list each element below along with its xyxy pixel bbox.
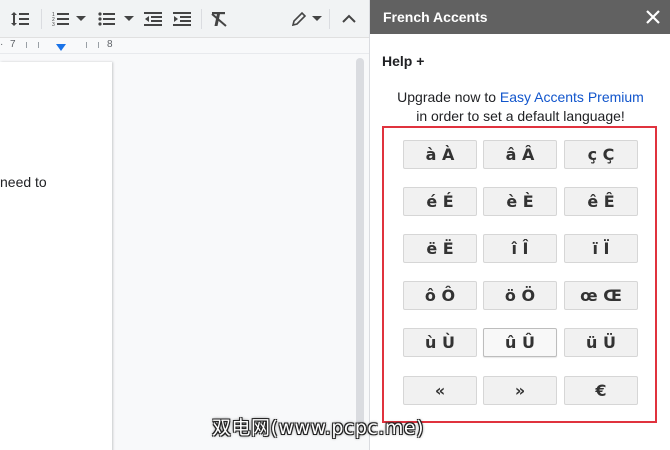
ruler-tick xyxy=(98,42,99,48)
scroll-thumb[interactable] xyxy=(356,58,364,428)
ruler-label-8: 8 xyxy=(107,39,113,50)
ruler-tick xyxy=(26,42,27,48)
accent-button-grid: à Àâ Âç Ç é Éè Èê Ê ë Ëî Îï Ï ô Ôö Öœ Œ ù Ùû… xyxy=(382,126,657,423)
accent-button-e-diaeresis[interactable]: ë Ë xyxy=(403,234,477,263)
sidebar-header: French Accents xyxy=(370,0,670,34)
ruler[interactable]: · 7 8 xyxy=(0,38,369,54)
ruler-tick xyxy=(86,42,87,48)
premium-link[interactable]: Easy Accents Premium xyxy=(500,89,644,105)
accent-button-e-grave[interactable]: è È xyxy=(483,187,557,216)
chevron-down-icon[interactable] xyxy=(124,8,134,30)
upgrade-prefix: Upgrade now to xyxy=(397,89,500,105)
ruler-dot: · xyxy=(0,39,4,50)
right-indent-marker[interactable] xyxy=(56,44,66,51)
scrollbar[interactable] xyxy=(352,54,369,450)
accent-button-e-acute[interactable]: é É xyxy=(403,187,477,216)
ruler-tick xyxy=(38,42,39,48)
toolbar: 123 xyxy=(0,0,369,38)
increase-indent-icon[interactable] xyxy=(171,8,193,30)
accent-button-u-circumflex[interactable]: û Û xyxy=(483,328,557,357)
accent-button-i-diaeresis[interactable]: ï Ï xyxy=(564,234,638,263)
upgrade-message: Upgrade now to Easy Accents Premium in o… xyxy=(370,88,670,126)
numbered-list-icon[interactable]: 123 xyxy=(50,8,72,30)
accent-button-euro-sign[interactable]: € xyxy=(564,376,638,405)
decrease-indent-icon[interactable] xyxy=(142,8,164,30)
line-spacing-icon[interactable] xyxy=(8,8,32,30)
pencil-icon[interactable] xyxy=(289,8,309,30)
ruler-label-7: 7 xyxy=(10,39,16,50)
svg-text:3: 3 xyxy=(52,22,55,27)
upgrade-suffix: in order to set a default language! xyxy=(416,108,625,124)
document-editor: 123 · 7 8 need to xyxy=(0,0,369,450)
close-icon[interactable] xyxy=(643,7,663,27)
document-page[interactable]: need to xyxy=(0,62,112,450)
accent-button-oe-ligature[interactable]: œ Œ xyxy=(564,281,638,310)
chevron-down-icon[interactable] xyxy=(76,8,86,30)
accent-button-a-grave[interactable]: à À xyxy=(403,140,477,169)
accent-button-left-guillemet[interactable]: « xyxy=(403,376,477,405)
help-link[interactable]: Help + xyxy=(382,53,424,69)
accent-button-u-diaeresis[interactable]: ü Ü xyxy=(564,328,638,357)
bulleted-list-icon[interactable] xyxy=(96,8,118,30)
chevron-down-icon[interactable] xyxy=(312,8,322,30)
toolbar-separator xyxy=(41,9,42,29)
collapse-chevron-icon[interactable] xyxy=(339,8,359,30)
accent-button-o-circumflex[interactable]: ô Ô xyxy=(403,281,477,310)
sidebar-title: French Accents xyxy=(383,9,488,25)
document-text: need to xyxy=(0,174,47,190)
accent-button-c-cedilla[interactable]: ç Ç xyxy=(564,140,638,169)
accent-button-u-grave[interactable]: ù Ù xyxy=(403,328,477,357)
accent-button-right-guillemet[interactable]: » xyxy=(483,376,557,405)
watermark: 双电网(www.pcpc.me) xyxy=(212,417,424,439)
clear-formatting-icon[interactable] xyxy=(208,8,230,30)
french-accents-sidebar: French Accents Help + Upgrade now to Eas… xyxy=(369,0,670,450)
accent-button-i-circumflex[interactable]: î Î xyxy=(483,234,557,263)
accent-button-e-circumflex[interactable]: ê Ê xyxy=(564,187,638,216)
toolbar-separator xyxy=(329,9,330,29)
accent-button-o-diaeresis[interactable]: ö Ö xyxy=(483,281,557,310)
accent-button-a-circumflex[interactable]: â Â xyxy=(483,140,557,169)
toolbar-separator xyxy=(201,9,202,29)
